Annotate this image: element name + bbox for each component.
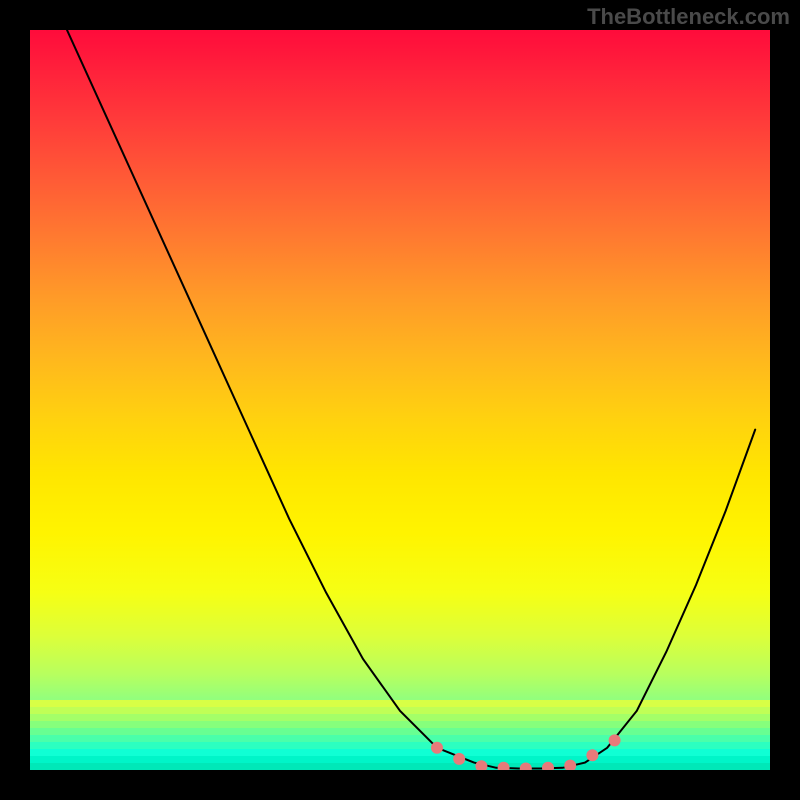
bottleneck-curve [67, 30, 755, 769]
watermark-text: TheBottleneck.com [587, 4, 790, 30]
highlight-marker [498, 762, 510, 770]
plot-area [30, 30, 770, 770]
highlight-marker [520, 763, 532, 771]
highlight-marker [453, 753, 465, 765]
curve-svg [30, 30, 770, 770]
highlight-marker [586, 749, 598, 761]
highlight-markers-group [431, 734, 621, 770]
highlight-marker [564, 760, 576, 770]
highlight-marker [431, 742, 443, 754]
highlight-marker [542, 762, 554, 770]
highlight-marker [609, 734, 621, 746]
highlight-marker [475, 760, 487, 770]
